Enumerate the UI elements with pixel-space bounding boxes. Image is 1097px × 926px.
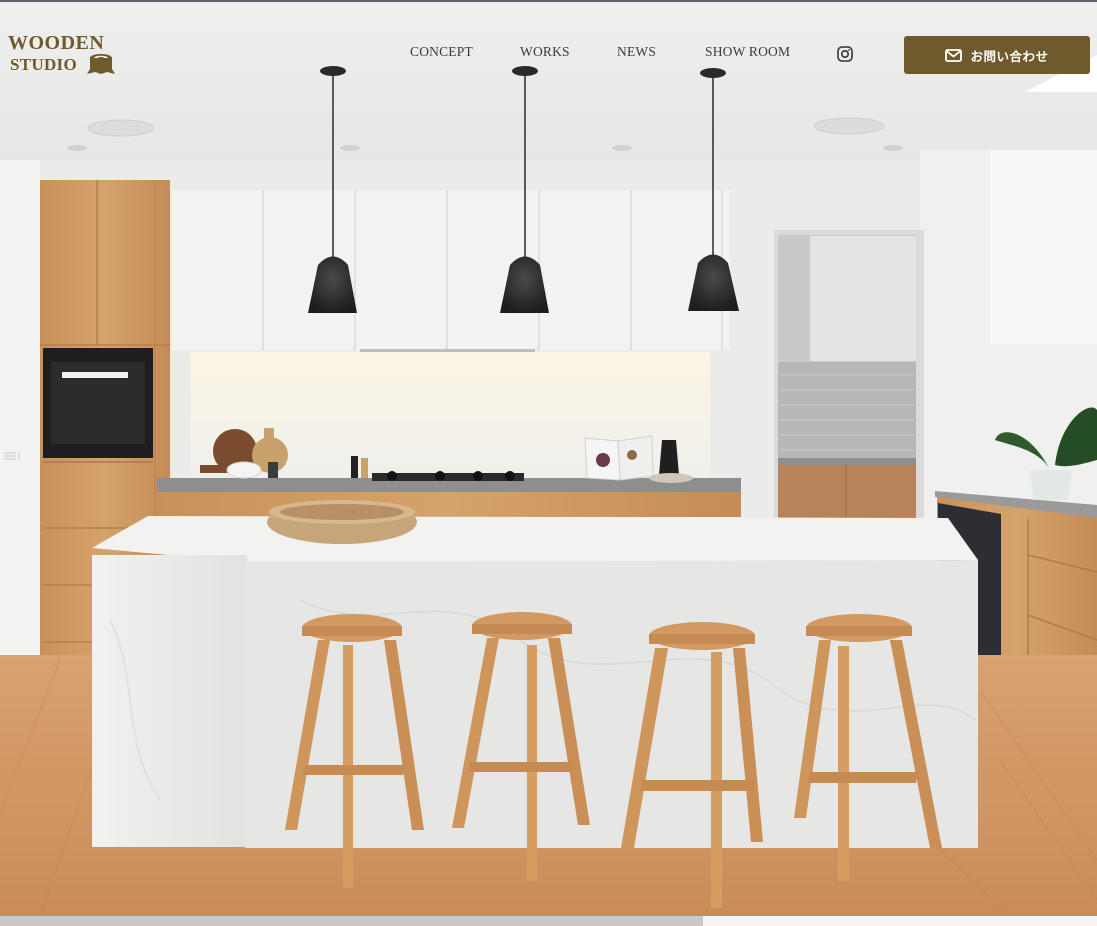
hero-image [0, 0, 1097, 926]
nav-show-room[interactable]: SHOW ROOM [705, 44, 790, 60]
nav-works[interactable]: WORKS [520, 44, 570, 60]
logo-text-wooden: WOODEN [8, 32, 105, 54]
site-logo[interactable]: WOODEN STUDIO [8, 33, 120, 77]
instagram-icon[interactable] [837, 46, 853, 62]
envelope-icon [945, 48, 963, 62]
tree-stump-icon [87, 54, 115, 74]
menu-lines-icon [4, 452, 20, 460]
kitchen-photo [0, 0, 1097, 917]
top-border [0, 0, 1097, 2]
contact-button[interactable]: お問い合わせ [904, 36, 1090, 74]
nav-news[interactable]: NEWS [617, 44, 656, 60]
section-divider-right [703, 916, 1097, 926]
contact-button-label: お問い合わせ [970, 48, 1049, 64]
section-divider-left [0, 916, 703, 926]
nav-concept[interactable]: CONCEPT [410, 44, 473, 60]
logo-text-studio: STUDIO [10, 55, 77, 74]
